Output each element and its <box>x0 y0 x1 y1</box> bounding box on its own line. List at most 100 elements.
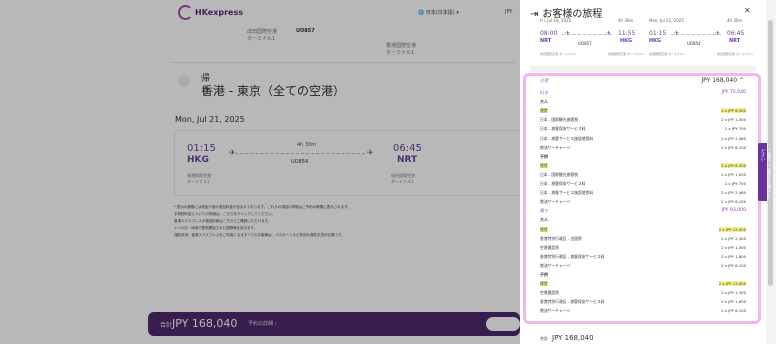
fare-row-label: 香港特別行政区 - 旅客保安サービス料 <box>540 254 605 260</box>
fare-row-label: 日本 - 旅客保安サービス料 <box>540 126 586 132</box>
panel-total-label: 合計 <box>540 336 548 341</box>
fare-row-label: 燃油サーチャージ <box>540 199 570 205</box>
fare-row-value-text: 2 x JPY 700 <box>724 126 746 132</box>
fare-row-value: 2 x JPY 6,100 <box>721 145 746 150</box>
plane-depart-icon: ✈ <box>565 30 571 37</box>
fare-row: 燃油サーチャージ 2 x JPY 6,100 <box>540 308 746 315</box>
fare-row-label: 運賃 <box>540 226 548 233</box>
fare-row-value: 2 x JPY 13,000 <box>718 281 746 287</box>
fare-row: 日本 - 旅客保安サービス料 2 x JPY 700 <box>540 126 746 133</box>
fare-row: 運賃 2 x JPY 6,500 <box>540 108 746 115</box>
plane-arrive-icon: ✈ <box>715 30 721 37</box>
fare-row-value: 2 x JPY 6,100 <box>721 308 746 313</box>
fare-row-label: 香港特別行政区 - 旅客保安サービス料 <box>540 299 605 305</box>
fare-row-value: 2 x JPY 1,000 <box>721 172 746 177</box>
fare-row-value: 2 x JPY 6,500 <box>721 162 746 168</box>
fare-row-value: 2 x JPY 1,800 <box>721 254 746 259</box>
arr-code: NRT <box>729 38 741 44</box>
fare-row-value-text: JPY 93,000 <box>721 208 746 214</box>
fare-row-label-text: 日本 - 国際観光旅客税 <box>540 117 578 123</box>
fare-row-label-text: 日本 - 旅客サービス施設使用料 <box>540 190 594 196</box>
flight-date: Mon, Jul 21, 2025 <box>649 18 684 23</box>
panel-divider <box>530 66 756 72</box>
fare-row: 日本 - 旅客保安サービス料 2 x JPY 700 <box>540 181 746 188</box>
fare-row: 運賃 2 x JPY 13,000 <box>540 226 746 234</box>
fare-row-value-text: 2 x JPY 13,000 <box>718 226 746 232</box>
fare-row-label-text: 運賃 <box>540 108 548 114</box>
fare-row-label: 燃油サーチャージ <box>540 145 570 151</box>
dep-time: 08:00 <box>540 30 558 37</box>
fare-row-label: 香港特別行政区 - 出国税 <box>540 236 582 242</box>
fare-row-value-text: 2 x JPY 2,460 <box>721 190 746 196</box>
itinerary-panel: ⇥ お客様の旅程 ✕ Fri, Jul 18, 2025 4h 30m 08:00… <box>520 0 766 344</box>
fare-row-value-text: 2 x JPY 700 <box>724 181 746 186</box>
fare-row-value: 2 x JPY 2,460 <box>721 136 746 141</box>
fare-row-label: 大人 <box>540 99 548 105</box>
subtotal-label: 小計 <box>540 79 549 84</box>
panel-total-value: JPY 168,040 <box>552 334 594 342</box>
fare-row: 日本 - 国際観光旅客税 2 x JPY 1,000 <box>540 117 746 124</box>
flight-number: UO857 <box>578 41 592 46</box>
dep-time: 01:15 <box>649 30 667 37</box>
fare-row-value: 2 x JPY 6,100 <box>721 263 746 268</box>
fare-row-label: 燃油サーチャージ <box>540 308 570 314</box>
panel-return-flight: Mon, Jul 21, 2025 4h 30m 01:15 HKG ✈ ✈ U… <box>649 18 753 62</box>
flight-number: UO854 <box>687 41 701 46</box>
fare-row-value-text: 2 x JPY 1,300 <box>721 290 746 296</box>
fare-row-value: 2 x JPY 2,460 <box>721 190 746 195</box>
fare-row-label: 日本 - 国際観光旅客税 <box>540 172 578 178</box>
fare-row-label-text: 行き <box>540 90 549 95</box>
fare-row: 燃油サーチャージ 2 x JPY 6,100 <box>540 263 746 270</box>
fare-row-label-text: 運賃 <box>540 162 548 168</box>
fare-row-value-text: 2 x JPY 1,000 <box>721 117 746 123</box>
fare-row: 空港建設費 2 x JPY 1,300 <box>540 245 746 252</box>
feedback-tab[interactable]: ご意見・ご感想をお聞かせください <box>758 143 772 201</box>
fare-row: 日本 - 旅客サービス施設使用料 2 x JPY 2,460 <box>540 190 746 197</box>
fare-row-value-text: 2 x JPY 1,300 <box>721 244 746 250</box>
fare-row-value: 2 x JPY 700 <box>725 126 746 131</box>
fare-row-label-text: 燃油サーチャージ <box>540 144 571 150</box>
fare-section-row: 行き JPY 75,040 <box>540 90 746 97</box>
fare-row-label-text: 日本 - 旅客保安サービス料 <box>540 126 586 132</box>
fare-row-value: 2 x JPY 13,000 <box>718 226 746 232</box>
fare-row-value-text: 2 x JPY 6,100 <box>721 262 746 268</box>
fare-row-value: 2 x JPY 2,300 <box>721 236 746 241</box>
fare-row-label-text: 日本 - 旅客保安サービス料 <box>540 181 586 186</box>
fare-row-label-text: 子供 <box>540 272 548 277</box>
fare-row-value: 2 x JPY 6,500 <box>721 108 746 114</box>
fare-row-label: 運賃 <box>540 281 548 287</box>
fare-row-label-text: 子供 <box>540 153 548 159</box>
modal-overlay[interactable] <box>0 0 520 344</box>
fare-row-value: 2 x JPY 1,300 <box>721 290 746 295</box>
fare-row-value-text: JPY 75,040 <box>721 90 746 95</box>
subtotal-value: JPY 168,040 <box>701 77 738 84</box>
fare-row-value-text: 2 x JPY 1,800 <box>721 299 746 305</box>
subtotal-value-wrap: JPY 168,040 ⌃ <box>701 77 744 84</box>
fare-row-label-text: 日本 - 旅客サービス施設使用料 <box>540 135 594 141</box>
fare-row-label: 日本 - 旅客保安サービス料 <box>540 181 586 187</box>
fare-row-label: 子供 <box>540 154 548 160</box>
close-icon[interactable]: ✕ <box>744 6 751 15</box>
fare-passenger-row: 子供 <box>540 154 746 161</box>
fare-passenger-row: 子供 <box>540 272 746 279</box>
fare-row: 運賃 2 x JPY 13,000 <box>540 281 746 288</box>
fare-row: 香港特別行政区 - 旅客保安サービス料 2 x JPY 1,800 <box>540 299 746 306</box>
panel-total: 合計 JPY 168,040 <box>540 334 594 342</box>
plane-arrive-icon: ✈ <box>606 30 612 37</box>
fare-row-label-text: 大人 <box>540 99 548 105</box>
arr-time: 06:45 <box>727 30 745 37</box>
fare-row-label-text: 燃油サーチャージ <box>540 199 571 205</box>
fare-row-label: 日本 - 国際観光旅客税 <box>540 117 578 123</box>
fare-row: 燃油サーチャージ 2 x JPY 6,100 <box>540 145 746 152</box>
fare-row-label-text: 燃油サーチャージ <box>540 262 571 268</box>
fare-row-label-text: 香港特別行政区 - 旅客保安サービス料 <box>540 299 605 305</box>
fare-row: 運賃 2 x JPY 6,500 <box>540 162 746 170</box>
fare-row-label: 運賃 <box>540 162 548 169</box>
fare-row-label-text: 空港建設費 <box>540 290 559 296</box>
dep-code: HKG <box>649 38 662 44</box>
fare-row-label: 帰り <box>540 208 548 214</box>
fare-row: 燃油サーチャージ 2 x JPY 6,100 <box>540 199 746 206</box>
fare-row: 空港建設費 2 x JPY 1,300 <box>540 290 746 297</box>
fare-row-value-text: 2 x JPY 13,000 <box>718 281 746 287</box>
fare-row-label-text: 香港特別行政区 - 出国税 <box>540 235 582 241</box>
